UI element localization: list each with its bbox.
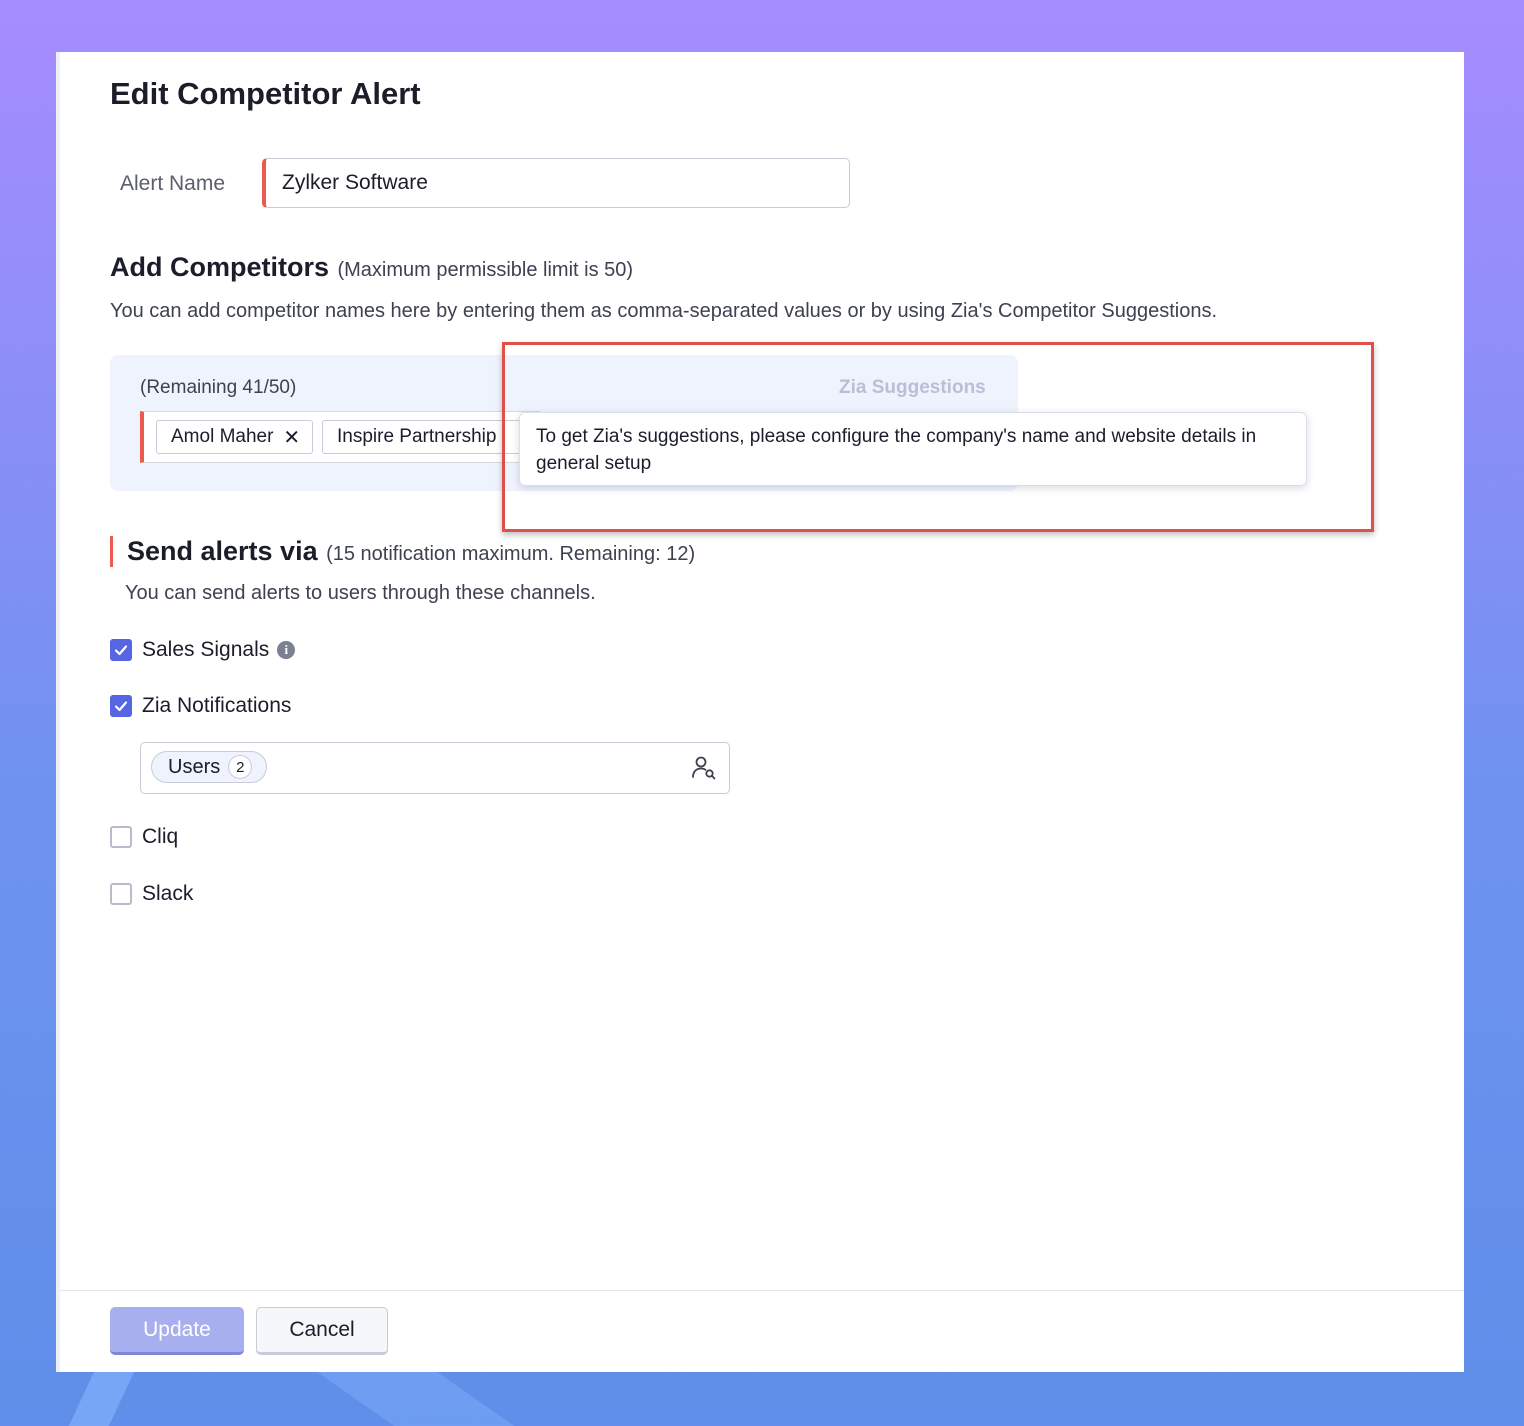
- cancel-button[interactable]: Cancel: [256, 1307, 388, 1355]
- checkbox-checked-icon[interactable]: [110, 639, 132, 661]
- channel-label: Cliq: [142, 825, 179, 848]
- background-stripe: [317, 1372, 523, 1426]
- users-chip-label: Users: [168, 755, 221, 778]
- competitors-remaining: (Remaining 41/50): [140, 377, 297, 398]
- competitor-tags-input[interactable]: Amol Maher ✕ Inspire Partnership: [140, 411, 544, 463]
- add-competitors-title: Add Competitors: [110, 252, 329, 282]
- update-button[interactable]: Update: [110, 1307, 244, 1355]
- users-chip[interactable]: Users 2: [151, 751, 268, 783]
- remove-tag-icon[interactable]: ✕: [283, 425, 300, 450]
- checkbox-checked-icon[interactable]: [110, 695, 132, 717]
- footer-actions: Update Cancel: [60, 1290, 1464, 1372]
- competitor-tag: Inspire Partnership: [322, 420, 544, 454]
- users-count-badge: 2: [228, 755, 253, 779]
- zia-suggestions-button[interactable]: Zia Suggestions: [839, 377, 986, 399]
- channel-label: Zia Notifications: [142, 694, 292, 717]
- competitor-tag: Amol Maher ✕: [156, 420, 314, 454]
- send-alerts-description: You can send alerts to users through the…: [125, 582, 596, 604]
- channel-sales-signals[interactable]: Sales Signals i: [110, 638, 296, 662]
- send-alerts-note: (15 notification maximum. Remaining: 12): [326, 543, 696, 565]
- channel-label: Slack: [142, 882, 194, 905]
- channel-cliq[interactable]: Cliq: [110, 825, 178, 849]
- competitors-limit-note: (Maximum permissible limit is 50): [337, 259, 634, 281]
- alert-name-input[interactable]: [262, 158, 850, 208]
- channel-zia-notifications[interactable]: Zia Notifications: [110, 694, 291, 718]
- competitors-description: You can add competitor names here by ent…: [110, 300, 1218, 322]
- user-search-icon[interactable]: [691, 755, 717, 781]
- add-competitors-heading: Add Competitors (Maximum permissible lim…: [110, 252, 633, 283]
- channel-slack[interactable]: Slack: [110, 882, 193, 906]
- alert-name-label: Alert Name: [120, 172, 226, 195]
- send-alerts-title: Send alerts via: [127, 536, 318, 566]
- page-title: Edit Competitor Alert: [110, 76, 421, 111]
- competitor-tag-label: Inspire Partnership: [337, 426, 497, 447]
- users-picker-field[interactable]: Users 2: [140, 742, 730, 794]
- checkbox-unchecked-icon[interactable]: [110, 883, 132, 905]
- background-stripe: [66, 1372, 134, 1426]
- send-alerts-heading: Send alerts via (15 notification maximum…: [110, 536, 695, 567]
- channel-label: Sales Signals: [142, 638, 270, 661]
- competitor-tag-label: Amol Maher: [171, 426, 274, 447]
- edit-alert-panel: Edit Competitor Alert Alert Name Add Com…: [56, 52, 1464, 1372]
- checkbox-unchecked-icon[interactable]: [110, 826, 132, 848]
- info-icon[interactable]: i: [277, 641, 296, 659]
- zia-suggestions-tooltip: To get Zia's suggestions, please configu…: [519, 412, 1307, 486]
